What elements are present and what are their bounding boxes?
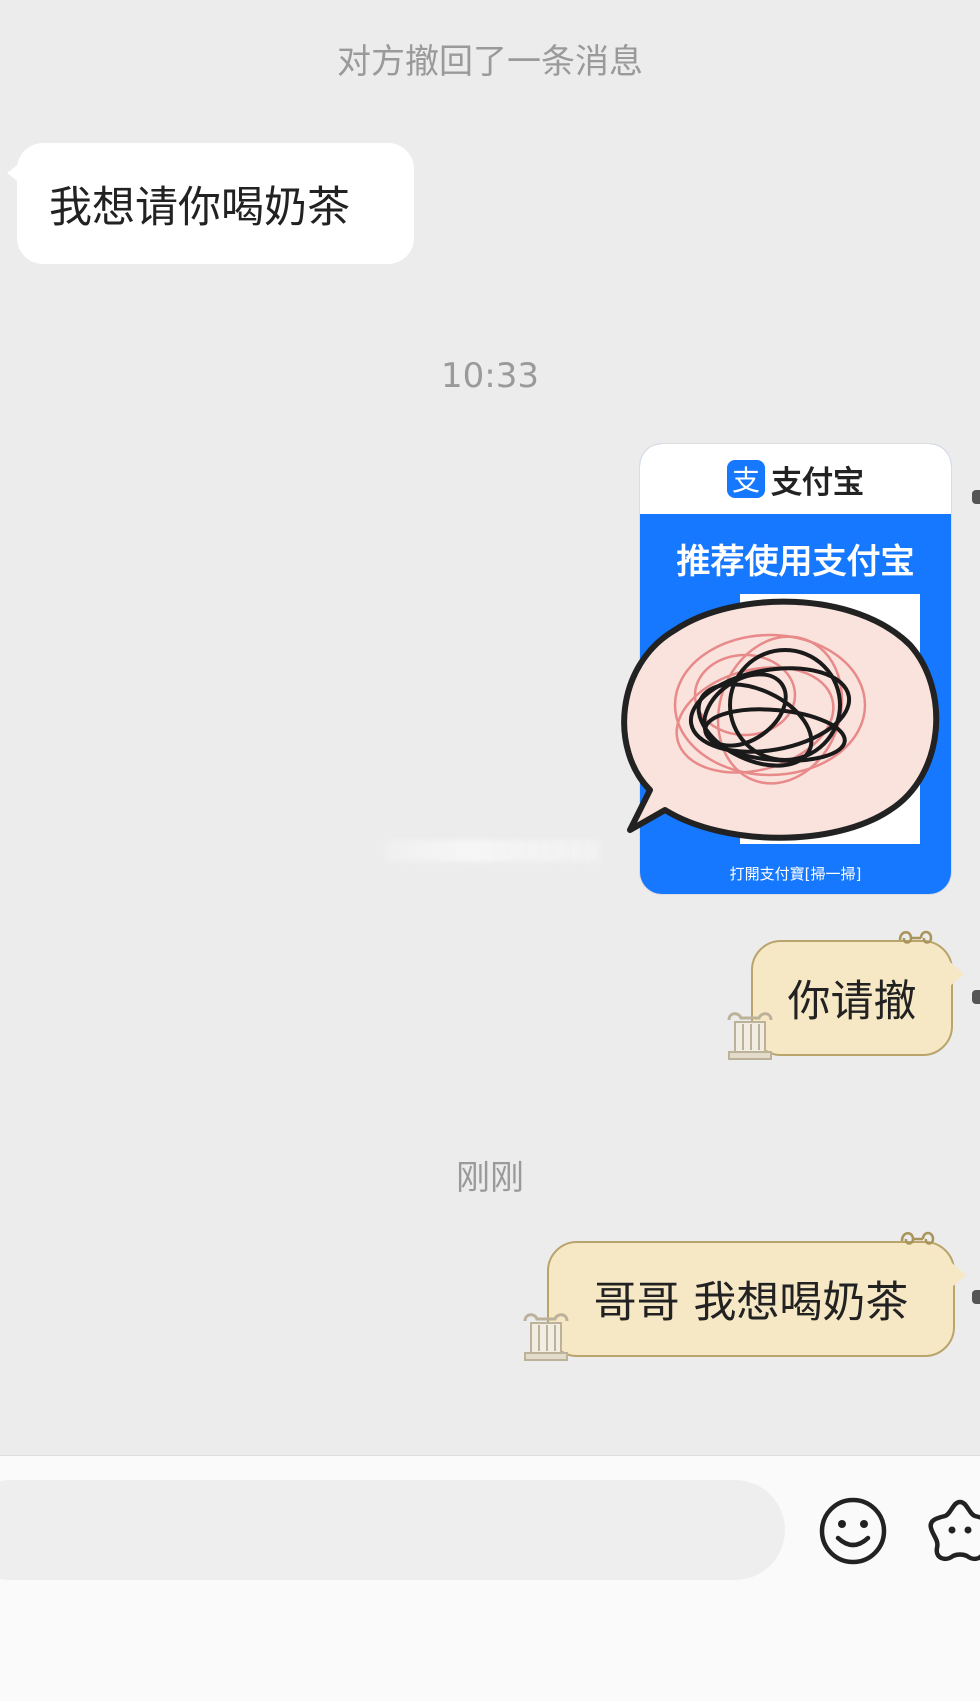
card-brand: 支付宝 [771, 464, 864, 501]
card-header: 支 支付宝 [640, 444, 951, 514]
timestamp: 刚刚 [456, 1158, 524, 1198]
more-icon[interactable] [925, 1496, 980, 1566]
outgoing-message-bubble[interactable]: 你请撤 [727, 930, 964, 1060]
input-bar [0, 1455, 980, 1701]
emoji-icon[interactable] [818, 1496, 888, 1566]
card-footer: 打開支付寶[掃一掃] [729, 865, 862, 883]
avatar-edge [972, 990, 980, 1004]
blurred-text [385, 840, 600, 862]
scribble-sticker-icon [621, 598, 940, 841]
bubble-tail [952, 1263, 966, 1287]
outgoing-message-bubble[interactable]: 哥哥 我想喝奶茶 [523, 1231, 966, 1361]
timestamp: 10:33 [441, 356, 539, 396]
scroll-decoration-icon [900, 1231, 935, 1245]
alipay-logo-icon: 支 [727, 460, 765, 498]
message-input[interactable] [0, 1480, 785, 1580]
column-decoration-icon [727, 1012, 773, 1060]
incoming-message-bubble[interactable]: 我想请你喝奶茶 [7, 143, 414, 264]
message-text: 哥哥 我想喝奶茶 [593, 1278, 909, 1328]
column-decoration-icon [523, 1313, 569, 1361]
recall-notice: 对方撤回了一条消息 [337, 42, 643, 82]
message-text: 你请撤 [787, 977, 917, 1027]
avatar-edge [972, 490, 980, 504]
scroll-decoration-icon [898, 930, 933, 944]
bubble-tail [7, 159, 25, 187]
card-headline: 推荐使用支付宝 [676, 542, 915, 582]
avatar-edge [972, 1290, 980, 1304]
bubble-tail [950, 962, 964, 986]
message-text: 我想请你喝奶茶 [49, 182, 350, 233]
